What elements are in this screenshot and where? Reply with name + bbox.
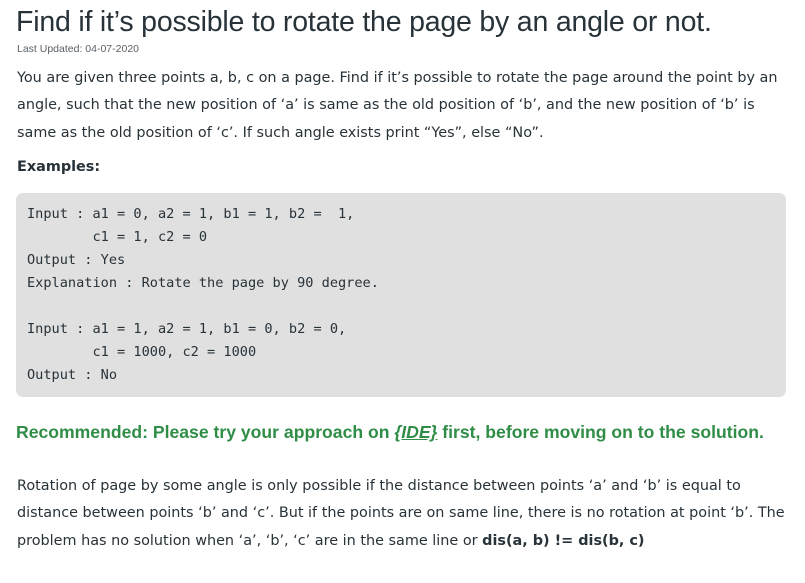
last-updated-date: Last Updated: 04-07-2020 bbox=[17, 43, 140, 55]
recommended-suffix: first, before moving on to the solution. bbox=[437, 422, 764, 442]
code-line: Input : a1 = 1, a2 = 1, b1 = 0, b2 = 0, bbox=[27, 321, 347, 337]
code-line: Output : No bbox=[27, 367, 118, 383]
ide-link[interactable]: {IDE} bbox=[394, 422, 437, 442]
recommended-banner: Recommended: Please try your approach on… bbox=[16, 422, 764, 443]
code-block: Input : a1 = 0, a2 = 1, b1 = 1, b2 = 1, … bbox=[16, 193, 786, 397]
code-line: Explanation : Rotate the page by 90 degr… bbox=[27, 275, 379, 291]
code-line: Output : Yes bbox=[27, 252, 126, 268]
examples-heading: Examples: bbox=[17, 159, 101, 175]
code-line: c1 = 1000, c2 = 1000 bbox=[27, 344, 257, 360]
code-line: Input : a1 = 0, a2 = 1, b1 = 1, b2 = 1, bbox=[27, 206, 355, 222]
solution-condition: dis(a, b) != dis(b, c) bbox=[482, 532, 645, 549]
intro-paragraph: You are given three points a, b, c on a … bbox=[17, 70, 778, 141]
code-line: c1 = 1, c2 = 0 bbox=[27, 229, 208, 245]
solution-paragraph: Rotation of page by some angle is only p… bbox=[17, 473, 792, 555]
page-title: Find if it’s possible to rotate the page… bbox=[16, 6, 712, 38]
solution-text: Rotation of page by some angle is only p… bbox=[17, 478, 785, 549]
recommended-prefix: Recommended: Please try your approach on bbox=[16, 422, 395, 442]
